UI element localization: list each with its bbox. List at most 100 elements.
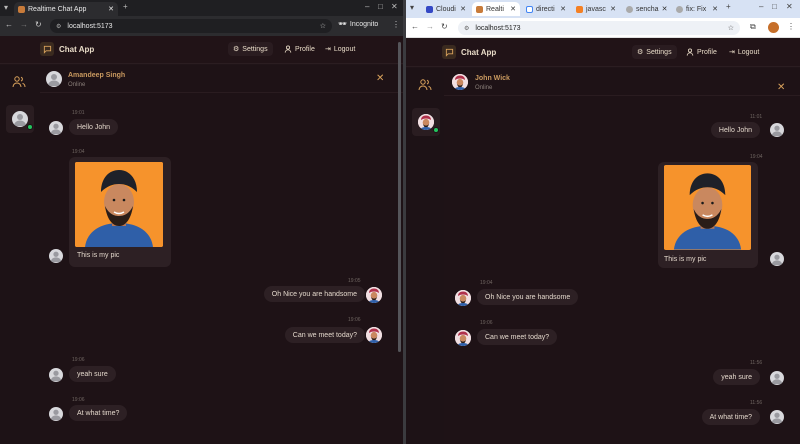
tab-title: fix: Fix [686, 5, 707, 13]
maximize-icon[interactable]: □ [378, 2, 383, 11]
profile-photo[interactable] [75, 162, 163, 247]
message-time: 11:56 [750, 400, 763, 406]
minimize-icon[interactable]: – [759, 2, 763, 11]
more-icon[interactable]: ⋮ [787, 22, 795, 31]
close-window-icon[interactable]: ✕ [786, 2, 793, 11]
message-bubble: Hello John [710, 122, 760, 138]
minimize-icon[interactable]: – [365, 2, 369, 11]
close-tab-icon[interactable]: ✕ [108, 5, 114, 13]
logout-button[interactable]: ⇥ Logout [320, 42, 360, 56]
app-title: Chat App [59, 45, 95, 54]
sidebar [0, 65, 40, 444]
close-tab-icon[interactable]: ✕ [460, 5, 466, 13]
close-chat-icon[interactable]: ✕ [376, 73, 384, 84]
tab-strip: ▾ Cloudi ✕ Realti ✕ directi ✕ javasc ✕ s… [406, 0, 800, 18]
avatar [366, 287, 382, 303]
address-bar[interactable]: ⚙ localhost:5173 ☆ [458, 21, 740, 35]
settings-label: Settings [242, 45, 268, 53]
sidebar-contact-john[interactable] [412, 108, 440, 136]
message-time: 19:04 [480, 280, 493, 286]
contact-name: John Wick [475, 75, 510, 82]
close-tab-icon[interactable]: ✕ [662, 5, 668, 13]
avatar [49, 121, 63, 135]
close-tab-icon[interactable]: ✕ [610, 5, 616, 13]
tab-javascript[interactable]: javasc ✕ [572, 2, 620, 16]
address-bar[interactable]: ⚙ localhost:5173 ☆ [50, 19, 332, 33]
avatar [12, 111, 28, 127]
profile-photo[interactable] [664, 165, 751, 250]
close-tab-icon[interactable]: ✕ [560, 5, 566, 13]
incognito-badge[interactable]: 🕶 Incognito [338, 20, 378, 29]
logout-label: Logout [333, 45, 356, 53]
tab-title: Realti [486, 5, 504, 13]
tab-title: directi [536, 5, 555, 13]
settings-button[interactable]: ⚙ Settings [228, 42, 273, 56]
tab-search-icon[interactable]: ▾ [4, 3, 8, 12]
close-tab-icon[interactable]: ✕ [712, 5, 718, 13]
profile-avatar-icon[interactable] [768, 22, 779, 33]
profile-button[interactable]: Profile [279, 42, 320, 56]
browser-toolbar: ← → ↻ ⚙ localhost:5173 ☆ ⧉ ⋮ [406, 18, 800, 38]
logout-label: Logout [737, 48, 760, 56]
screen: ▾ Realtime Chat App ✕ + – □ ✕ ← → ↻ ⚙ lo… [0, 0, 800, 444]
chat-header: John Wick Online ✕ [444, 68, 800, 96]
image-caption: This is my pic [77, 252, 120, 259]
back-icon[interactable]: ← [5, 20, 13, 29]
sidebar-contact-amandeep[interactable] [6, 105, 34, 133]
extensions-icon[interactable]: ⧉ [750, 22, 756, 32]
profile-button[interactable]: Profile [681, 45, 722, 59]
avatar [46, 71, 62, 87]
avatar [770, 252, 784, 266]
avatar [418, 114, 434, 130]
app-header: Chat App ⚙ Settings Profile ⇥ Logout [0, 36, 403, 64]
message-bubble: At what time? [69, 405, 128, 421]
globe-favicon-icon [676, 5, 683, 13]
chat-pane: John Wick Online ✕ 11:01 Hello John 19:0… [444, 68, 800, 444]
tab-cloudinary[interactable]: Cloudi ✕ [422, 2, 470, 16]
tab-google[interactable]: directi ✕ [522, 2, 570, 16]
avatar [770, 410, 784, 424]
message-time: 19:04 [750, 154, 763, 160]
logout-button[interactable]: ⇥ Logout [724, 45, 764, 59]
close-chat-icon[interactable]: ✕ [777, 82, 785, 93]
tab-title: Cloudi [436, 5, 456, 13]
tab-realtime[interactable]: Realti ✕ [472, 2, 520, 16]
tab-search-icon[interactable]: ▾ [410, 3, 414, 12]
message-time: 11:56 [750, 360, 763, 366]
vite-favicon-icon [476, 5, 483, 13]
url-text: localhost:5173 [475, 24, 521, 32]
site-info-icon[interactable]: ⚙ [56, 23, 61, 30]
forward-icon[interactable]: → [20, 20, 28, 29]
settings-label: Settings [646, 48, 672, 56]
message-bubble: At what time? [701, 409, 760, 425]
forward-icon[interactable]: → [426, 22, 434, 31]
cloud-favicon-icon [426, 5, 433, 13]
new-tab-icon[interactable]: + [123, 2, 128, 11]
new-tab-icon[interactable]: + [726, 2, 731, 11]
tab-fix[interactable]: fix: Fix ✕ [672, 2, 722, 16]
users-icon[interactable] [418, 78, 432, 92]
reload-icon[interactable]: ↻ [441, 22, 448, 31]
avatar [366, 327, 382, 343]
tab-sencha[interactable]: sencha ✕ [622, 2, 670, 16]
message-time: 19:06 [72, 357, 85, 363]
users-icon[interactable] [12, 75, 26, 89]
incognito-icon: 🕶 [338, 21, 347, 28]
back-icon[interactable]: ← [411, 22, 419, 31]
more-icon[interactable]: ⋮ [392, 20, 400, 29]
star-icon[interactable]: ☆ [320, 22, 326, 30]
browser-toolbar: ← → ↻ ⚙ localhost:5173 ☆ 🕶 Incognito ⋮ [0, 16, 403, 36]
tab-chat-app[interactable]: Realtime Chat App ✕ [14, 2, 118, 16]
close-window-icon[interactable]: ✕ [391, 2, 398, 11]
contact-status: Online [475, 85, 493, 91]
message-time: 19:01 [72, 110, 85, 116]
maximize-icon[interactable]: □ [772, 2, 777, 11]
avatar [770, 123, 784, 137]
message-bubble: Oh Nice you are handsome [477, 289, 579, 305]
site-info-icon[interactable]: ⚙ [464, 25, 469, 32]
reload-icon[interactable]: ↻ [35, 20, 42, 29]
star-icon[interactable]: ☆ [728, 24, 734, 32]
close-tab-icon[interactable]: ✕ [510, 5, 516, 13]
settings-button[interactable]: ⚙ Settings [632, 45, 677, 59]
scrollbar[interactable] [398, 42, 401, 352]
